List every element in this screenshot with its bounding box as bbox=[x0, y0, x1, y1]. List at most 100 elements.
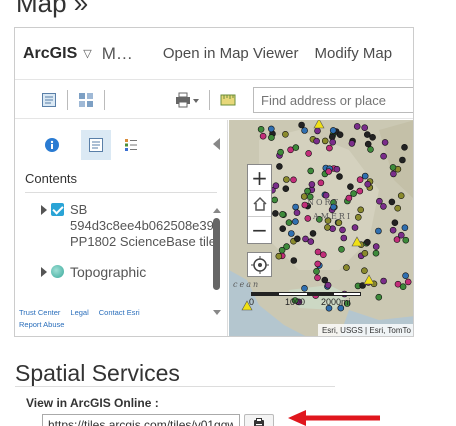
map-marker[interactable] bbox=[272, 210, 279, 217]
map-marker[interactable] bbox=[307, 238, 315, 245]
brand-caret-icon[interactable]: ▽ bbox=[83, 47, 91, 60]
map-marker[interactable] bbox=[301, 127, 308, 134]
map-marker[interactable] bbox=[287, 230, 295, 237]
map-marker[interactable] bbox=[399, 156, 406, 164]
map-marker[interactable] bbox=[275, 252, 283, 260]
service-url-field[interactable] bbox=[42, 414, 240, 426]
layer-item-sciencebase[interactable]: SB 594d3c8ee4b062508e39 PP1802 ScienceBa… bbox=[41, 202, 216, 250]
map-marker[interactable] bbox=[381, 139, 389, 146]
map-marker[interactable] bbox=[277, 148, 284, 156]
map-marker[interactable] bbox=[290, 257, 298, 264]
map-marker[interactable] bbox=[282, 185, 290, 192]
map-marker[interactable] bbox=[348, 140, 356, 147]
map-marker[interactable] bbox=[336, 173, 343, 180]
map-triangle-marker[interactable] bbox=[363, 274, 375, 285]
map-marker[interactable] bbox=[325, 168, 332, 175]
map-marker[interactable] bbox=[314, 260, 321, 268]
map-marker[interactable] bbox=[313, 137, 320, 145]
map-marker[interactable] bbox=[402, 236, 410, 244]
map-marker[interactable] bbox=[391, 219, 399, 226]
map-marker[interactable] bbox=[271, 196, 279, 204]
map-marker[interactable] bbox=[324, 224, 331, 231]
trust-center-link[interactable]: Trust Center bbox=[19, 308, 60, 317]
map-marker[interactable] bbox=[321, 137, 329, 145]
map-marker[interactable] bbox=[320, 251, 327, 258]
map-marker[interactable] bbox=[390, 170, 397, 178]
map-marker[interactable] bbox=[361, 124, 368, 131]
map-marker[interactable] bbox=[401, 143, 408, 151]
map-marker[interactable] bbox=[376, 197, 383, 205]
map-marker[interactable] bbox=[294, 235, 301, 243]
report-abuse-link[interactable]: Report Abuse bbox=[19, 320, 64, 329]
map-marker[interactable] bbox=[317, 179, 325, 187]
map-marker[interactable] bbox=[309, 230, 317, 237]
map-marker[interactable] bbox=[292, 144, 300, 151]
map-marker[interactable] bbox=[380, 152, 387, 160]
map-marker[interactable] bbox=[388, 198, 396, 206]
map-marker[interactable] bbox=[402, 272, 409, 279]
map-marker[interactable] bbox=[267, 125, 275, 133]
layer-item-topographic[interactable]: Topographic bbox=[41, 264, 146, 280]
map-marker[interactable] bbox=[301, 285, 308, 292]
content-tab-icon[interactable] bbox=[81, 130, 111, 160]
map-marker[interactable] bbox=[401, 224, 409, 231]
map-canvas[interactable]: NORT AMERI cean + − 0 1000 2000mi Esri, … bbox=[229, 120, 413, 336]
map-marker[interactable] bbox=[283, 176, 290, 183]
map-marker[interactable] bbox=[404, 278, 412, 286]
collapse-panel-icon[interactable] bbox=[213, 138, 220, 150]
map-marker[interactable] bbox=[364, 238, 371, 246]
map-marker[interactable] bbox=[290, 176, 297, 184]
arcgis-brand[interactable]: ArcGIS bbox=[23, 45, 77, 63]
map-marker[interactable] bbox=[361, 267, 368, 274]
map-marker[interactable] bbox=[399, 283, 407, 290]
map-marker[interactable] bbox=[313, 268, 320, 275]
map-marker[interactable] bbox=[397, 192, 405, 199]
map-marker[interactable] bbox=[372, 243, 380, 250]
map-marker[interactable] bbox=[340, 234, 348, 242]
map-marker[interactable] bbox=[333, 165, 341, 173]
map-marker[interactable] bbox=[339, 226, 346, 234]
map-marker[interactable] bbox=[347, 183, 354, 190]
zoom-out-button[interactable]: − bbox=[248, 217, 271, 243]
map-marker[interactable] bbox=[361, 172, 369, 180]
scroll-thumb[interactable] bbox=[213, 218, 220, 290]
map-marker[interactable] bbox=[324, 281, 332, 289]
map-marker[interactable] bbox=[292, 203, 299, 211]
panel-scrollbar[interactable] bbox=[213, 208, 221, 320]
map-marker[interactable] bbox=[257, 126, 265, 133]
map-marker[interactable] bbox=[380, 277, 387, 285]
print-icon[interactable] bbox=[169, 87, 205, 113]
copy-clipboard-button[interactable] bbox=[244, 414, 274, 426]
map-marker[interactable] bbox=[350, 190, 357, 197]
expand-layer-icon[interactable] bbox=[41, 267, 47, 277]
map-marker[interactable] bbox=[351, 224, 359, 231]
map-marker[interactable] bbox=[304, 187, 311, 195]
locate-me-icon[interactable] bbox=[247, 252, 272, 277]
map-marker[interactable] bbox=[356, 187, 364, 195]
map-marker[interactable] bbox=[268, 134, 275, 141]
map-marker[interactable] bbox=[398, 231, 405, 239]
modify-map-link[interactable]: Modify Map bbox=[315, 45, 393, 62]
map-marker[interactable] bbox=[314, 274, 321, 282]
map-marker[interactable] bbox=[283, 243, 290, 250]
find-address-input[interactable] bbox=[253, 87, 413, 113]
zoom-in-button[interactable]: + bbox=[248, 165, 271, 191]
map-marker[interactable] bbox=[305, 150, 312, 157]
about-info-icon[interactable] bbox=[37, 130, 67, 160]
map-marker[interactable] bbox=[259, 132, 267, 140]
expand-layer-icon[interactable] bbox=[41, 205, 47, 215]
scroll-up-icon[interactable] bbox=[213, 208, 221, 213]
contact-esri-link[interactable]: Contact Esri bbox=[99, 308, 140, 317]
map-marker[interactable] bbox=[343, 264, 350, 271]
map-marker[interactable] bbox=[304, 215, 312, 222]
map-marker[interactable] bbox=[329, 138, 336, 146]
map-marker[interactable] bbox=[293, 209, 301, 216]
map-marker[interactable] bbox=[282, 131, 289, 138]
map-marker[interactable] bbox=[276, 163, 283, 170]
map-marker[interactable] bbox=[375, 227, 382, 235]
map-marker[interactable] bbox=[285, 219, 293, 226]
map-marker[interactable] bbox=[336, 131, 344, 138]
map-marker[interactable] bbox=[389, 164, 397, 171]
map-marker[interactable] bbox=[314, 127, 321, 135]
legal-link[interactable]: Legal bbox=[70, 308, 88, 317]
